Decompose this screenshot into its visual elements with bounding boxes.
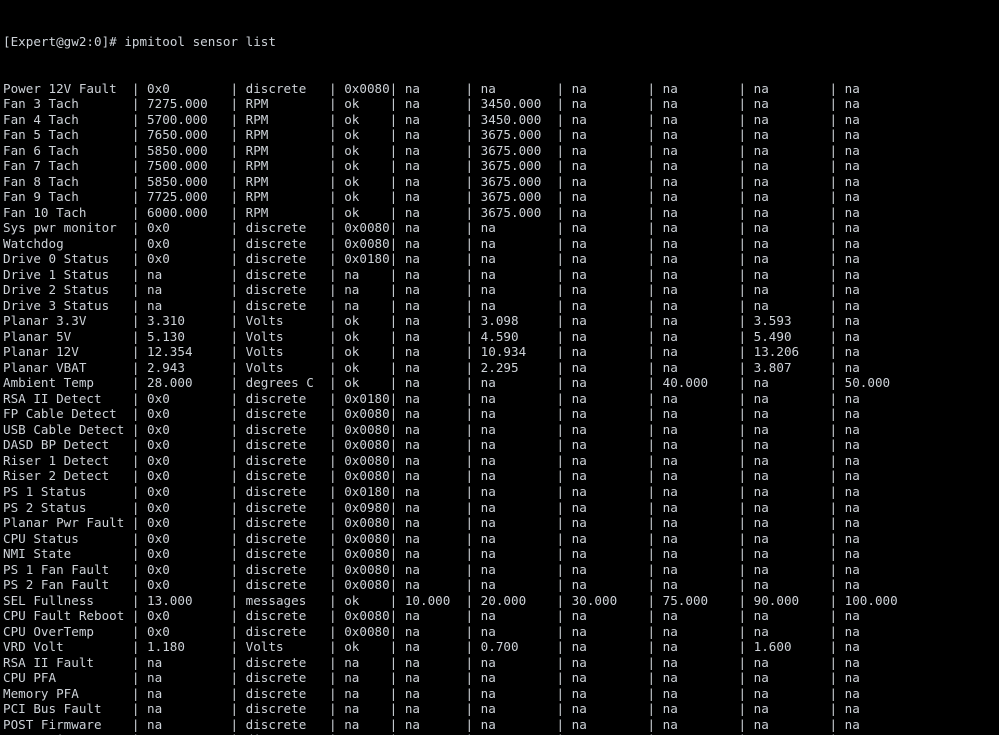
sensor-row: USB Cable Detect | 0x0 | discrete | 0x00… — [3, 421, 860, 437]
terminal-screen[interactable]: [Expert@gw2:0]# ipmitool sensor list Pow… — [0, 0, 999, 735]
sensor-row: Drive 3 Status | na | discrete | na | na… — [3, 297, 860, 313]
sensor-row: Planar VBAT | 2.943 | Volts | ok | na | … — [3, 359, 860, 375]
sensor-row: CPU PFA | na | discrete | na | na | na |… — [3, 670, 860, 686]
sensor-row: Sys pwr monitor | 0x0 | discrete | 0x008… — [3, 220, 860, 236]
sensor-row: PCI Bus Fault | na | discrete | na | na … — [3, 701, 860, 717]
sensor-row: RSA II Detect | 0x0 | discrete | 0x0180|… — [3, 390, 860, 406]
sensor-row: Fan 10 Tach | 6000.000 | RPM | ok | na |… — [3, 204, 860, 220]
sensor-row: NMI State | 0x0 | discrete | 0x0080| na … — [3, 546, 860, 562]
sensor-row: Drive 1 Status | na | discrete | na | na… — [3, 266, 860, 282]
sensor-row: VRD Volt | 1.180 | Volts | ok | na | 0.7… — [3, 639, 860, 655]
sensor-row: CPU OverTemp | 0x0 | discrete | 0x0080| … — [3, 623, 860, 639]
sensor-row: Fan 7 Tach | 7500.000 | RPM | ok | na | … — [3, 158, 860, 174]
sensor-row: Power 12V Fault | 0x0 | discrete | 0x008… — [3, 80, 860, 96]
sensor-row: Fan 3 Tach | 7275.000 | RPM | ok | na | … — [3, 96, 860, 112]
command-line: [Expert@gw2:0]# ipmitool sensor list — [3, 34, 999, 50]
sensor-row: CPU Fault Reboot | 0x0 | discrete | 0x00… — [3, 608, 860, 624]
sensor-row: Fan 9 Tach | 7725.000 | RPM | ok | na | … — [3, 189, 860, 205]
sensor-row: Riser 2 Detect | 0x0 | discrete | 0x0080… — [3, 468, 860, 484]
sensor-row: Fan 8 Tach | 5850.000 | RPM | ok | na | … — [3, 173, 860, 189]
sensor-row: Planar 12V | 12.354 | Volts | ok | na | … — [3, 344, 860, 360]
sensor-row: Riser 1 Detect | 0x0 | discrete | 0x0080… — [3, 452, 860, 468]
sensor-row: Ambient Temp | 28.000 | degrees C | ok |… — [3, 375, 891, 391]
sensor-row: Fan 4 Tach | 5700.000 | RPM | ok | na | … — [3, 111, 860, 127]
command-text: ipmitool sensor list — [124, 34, 276, 50]
sensor-row: PS 2 Status | 0x0 | discrete | 0x0980| n… — [3, 499, 860, 515]
sensor-row: Drive 2 Status | na | discrete | na | na… — [3, 282, 860, 298]
sensor-row: Fan 6 Tach | 5850.000 | RPM | ok | na | … — [3, 142, 860, 158]
shell-prompt: [Expert@gw2:0]# — [3, 34, 125, 50]
sensor-row: Planar 3.3V | 3.310 | Volts | ok | na | … — [3, 313, 860, 329]
sensor-row: Drive 0 Status | 0x0 | discrete | 0x0180… — [3, 251, 860, 267]
sensor-row: FP Cable Detect | 0x0 | discrete | 0x008… — [3, 406, 860, 422]
sensor-row: PS 1 Fan Fault | 0x0 | discrete | 0x0080… — [3, 561, 860, 577]
sensor-row: RSA II Fault | na | discrete | na | na |… — [3, 654, 860, 670]
sensor-row: Memory PFA | na | discrete | na | na | n… — [3, 685, 860, 701]
sensor-row: Watchdog | 0x0 | discrete | 0x0080| na |… — [3, 235, 860, 251]
sensor-row: PS 1 Status | 0x0 | discrete | 0x0180| n… — [3, 483, 860, 499]
sensor-row: Planar 5V | 5.130 | Volts | ok | na | 4.… — [3, 328, 860, 344]
sensor-row: Fan 5 Tach | 7650.000 | RPM | ok | na | … — [3, 127, 860, 143]
sensor-row: DASD BP Detect | 0x0 | discrete | 0x0080… — [3, 437, 860, 453]
sensor-row: POST Firmware | na | discrete | na | na … — [3, 716, 860, 732]
sensor-row: PS 2 Fan Fault | 0x0 | discrete | 0x0080… — [3, 577, 860, 593]
sensor-row: CPU Status | 0x0 | discrete | 0x0080| na… — [3, 530, 860, 546]
sensor-row: Planar Pwr Fault | 0x0 | discrete | 0x00… — [3, 515, 860, 531]
sensor-row: SEL Fullness | 13.000 | messages | ok | … — [3, 592, 898, 608]
sensor-table: Power 12V Fault | 0x0 | discrete | 0x008… — [3, 81, 999, 735]
